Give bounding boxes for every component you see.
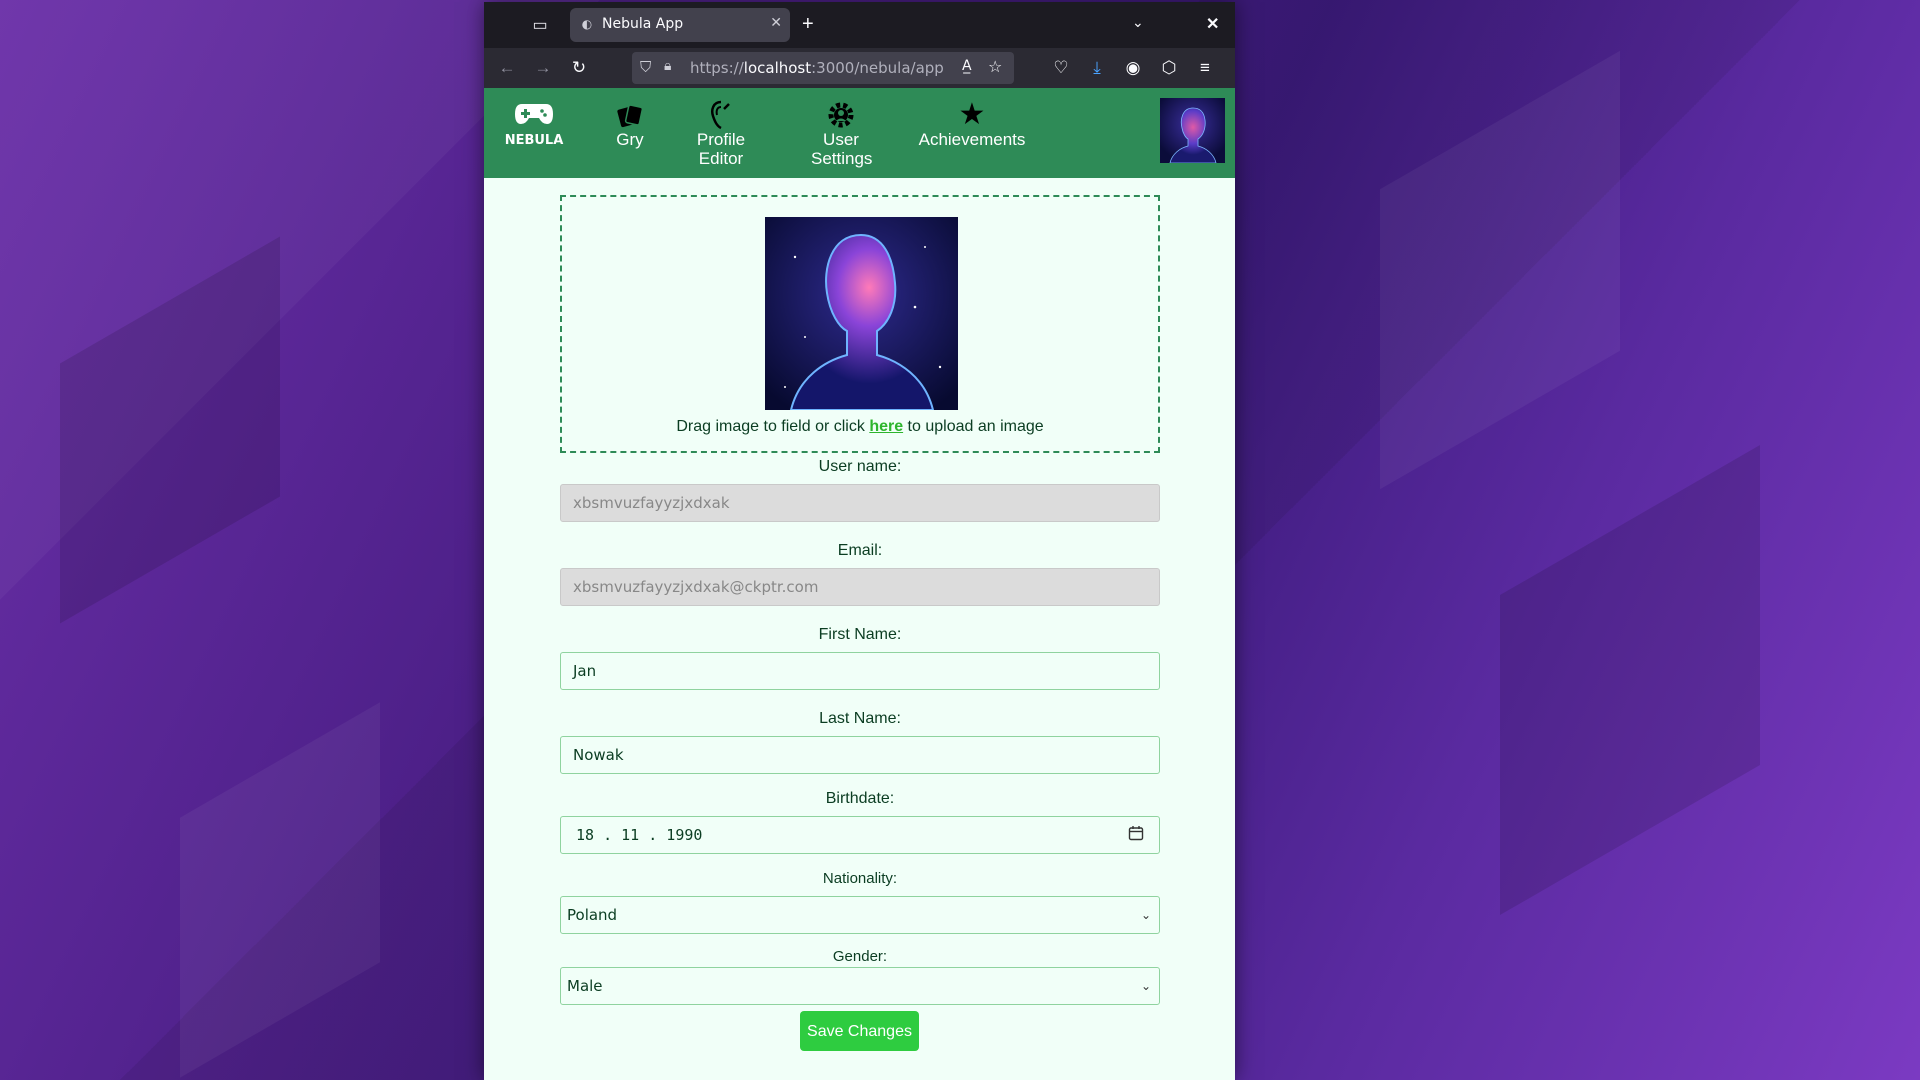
chevron-down-icon[interactable]: ⌄ bbox=[1132, 14, 1144, 31]
birthdate-label: Birthdate: bbox=[825, 790, 895, 807]
nav-label: Gry bbox=[616, 130, 644, 149]
favicon-icon: ◐ bbox=[581, 17, 593, 31]
profile-form: Drag image to field or click here to upl… bbox=[484, 178, 1235, 1080]
tab-list-icon[interactable]: ▭ bbox=[528, 14, 552, 38]
app-header: NEBULA Gry Profile Editor User Settings … bbox=[484, 88, 1235, 178]
browser-window: ▭ ◐ Nebula App ✕ + ⌄ ✕ ← → ↻ ⛉ 🔒︎ https:… bbox=[484, 2, 1235, 1080]
gender-label: Gender: bbox=[832, 948, 888, 965]
url-text[interactable]: https://localhost:3000/nebula/app bbox=[690, 59, 944, 77]
background-shape bbox=[1380, 50, 1620, 490]
birthdate-value: 18 . 11 . 1990 bbox=[576, 826, 703, 844]
calendar-icon[interactable] bbox=[1128, 825, 1144, 841]
address-bar[interactable]: ⛉ 🔒︎ https://localhost:3000/nebula/app A… bbox=[632, 52, 1014, 84]
background-shape bbox=[60, 236, 280, 624]
username-field[interactable]: xbsmvuzfayyzjxdxak bbox=[560, 484, 1160, 522]
navigation-toolbar: ← → ↻ ⛉ 🔒︎ https://localhost:3000/nebula… bbox=[484, 48, 1235, 88]
settings-gear-icon bbox=[796, 98, 886, 130]
logo-text: NEBULA bbox=[504, 133, 564, 148]
nebula-logo[interactable]: NEBULA bbox=[502, 100, 566, 148]
nav-item-gry[interactable]: Gry bbox=[602, 98, 658, 149]
gender-value: Male bbox=[567, 977, 603, 995]
bookmark-star-icon[interactable]: ☆ bbox=[988, 57, 1002, 76]
username-label: User name: bbox=[818, 458, 902, 475]
save-changes-button[interactable]: Save Changes bbox=[800, 1011, 919, 1051]
close-tab-icon[interactable]: ✕ bbox=[770, 15, 782, 31]
birthdate-field[interactable]: 18 . 11 . 1990 bbox=[560, 816, 1160, 854]
nav-label: Profile Editor bbox=[696, 130, 746, 168]
lock-icon[interactable]: 🔒︎ bbox=[664, 58, 671, 74]
firstname-label: First Name: bbox=[818, 626, 902, 643]
back-icon[interactable]: ← bbox=[496, 57, 518, 79]
nationality-label: Nationality: bbox=[822, 870, 898, 887]
pocket-icon[interactable]: ♡ bbox=[1050, 57, 1072, 79]
reload-icon[interactable]: ↻ bbox=[568, 57, 590, 79]
lastname-field[interactable]: Nowak bbox=[560, 736, 1160, 774]
download-icon[interactable]: ⤓ bbox=[1086, 57, 1108, 79]
new-tab-icon[interactable]: + bbox=[802, 14, 814, 34]
email-label: Email: bbox=[837, 542, 883, 559]
nav-item-profile-editor[interactable]: Profile Editor bbox=[676, 98, 766, 168]
account-icon[interactable]: ◉ bbox=[1122, 57, 1144, 79]
browser-tab[interactable]: ◐ Nebula App ✕ bbox=[570, 8, 790, 42]
tab-title: Nebula App bbox=[602, 16, 684, 32]
email-field[interactable]: xbsmvuzfayyzjxdxak@ckptr.com bbox=[560, 568, 1160, 606]
close-window-icon[interactable]: ✕ bbox=[1206, 14, 1219, 34]
upload-link[interactable]: here bbox=[869, 418, 903, 435]
nav-label: User Settings bbox=[811, 130, 873, 168]
nav-item-user-settings[interactable]: User Settings bbox=[796, 98, 886, 168]
nav-item-achievements[interactable]: ★ Achievements bbox=[912, 98, 1032, 150]
cards-icon bbox=[602, 98, 658, 130]
chevron-down-icon: ⌄ bbox=[1140, 979, 1151, 993]
user-avatar[interactable] bbox=[1160, 98, 1225, 163]
forward-icon[interactable]: → bbox=[532, 57, 554, 79]
nationality-select[interactable]: Poland ⌄ bbox=[560, 896, 1160, 934]
profile-image-preview bbox=[765, 217, 958, 410]
image-dropzone[interactable]: Drag image to field or click here to upl… bbox=[560, 195, 1160, 453]
menu-icon[interactable]: ≡ bbox=[1194, 57, 1216, 79]
shield-icon[interactable]: ⛉ bbox=[640, 58, 651, 76]
upload-hint: Drag image to field or click here to upl… bbox=[676, 418, 1044, 435]
lastname-label: Last Name: bbox=[819, 710, 901, 727]
tab-bar: ▭ ◐ Nebula App ✕ + ⌄ ✕ bbox=[484, 2, 1235, 48]
gamepad-icon bbox=[515, 104, 553, 124]
nationality-value: Poland bbox=[567, 906, 618, 924]
nav-label: Achievements bbox=[918, 130, 1026, 149]
profile-editor-icon bbox=[676, 98, 766, 130]
background-shape bbox=[1500, 444, 1760, 916]
gender-select[interactable]: Male ⌄ bbox=[560, 967, 1160, 1005]
star-icon: ★ bbox=[958, 98, 986, 131]
chevron-down-icon: ⌄ bbox=[1140, 908, 1151, 922]
firstname-field[interactable]: Jan bbox=[560, 652, 1160, 690]
extensions-icon[interactable]: ⬡ bbox=[1158, 57, 1180, 79]
background-shape bbox=[180, 702, 380, 1078]
translate-icon[interactable]: A̲ bbox=[962, 58, 972, 74]
